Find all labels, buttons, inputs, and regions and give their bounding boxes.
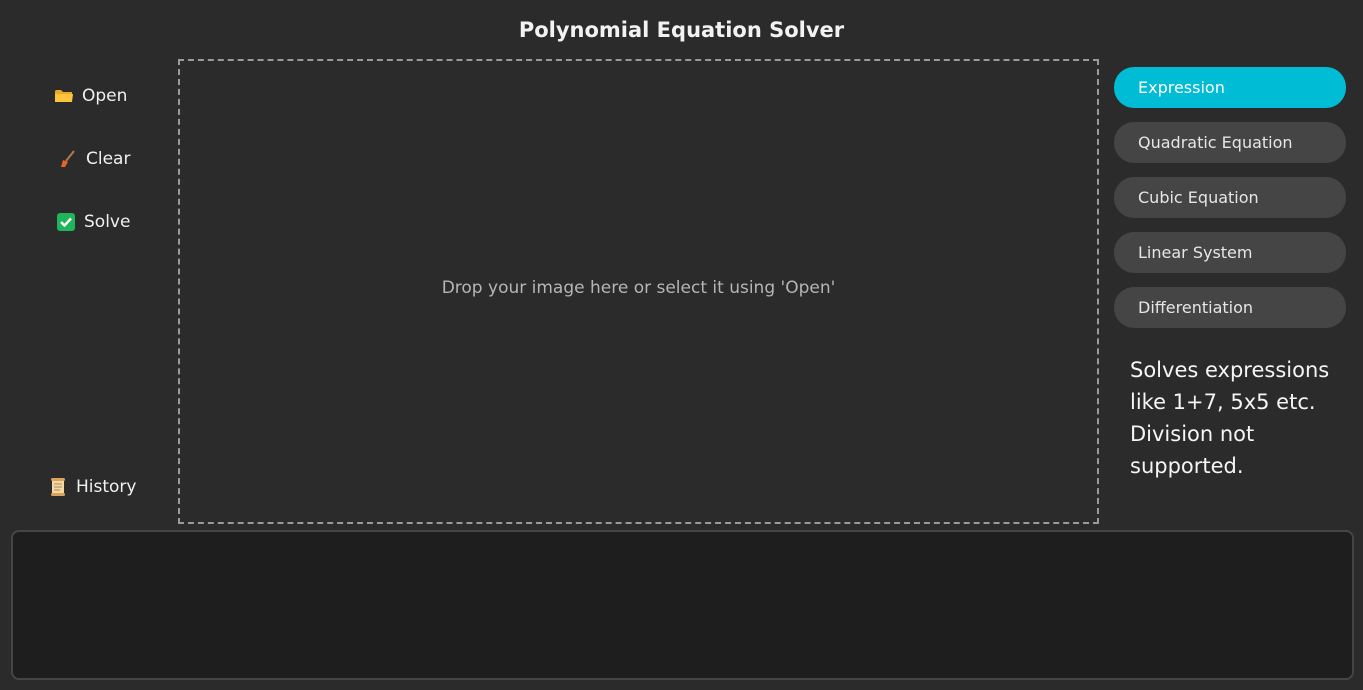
mode-label: Differentiation — [1138, 298, 1254, 317]
broom-icon — [58, 149, 78, 169]
mode-quadratic-button[interactable]: Quadratic Equation — [1114, 122, 1346, 163]
mode-label: Quadratic Equation — [1138, 133, 1293, 152]
folder-icon — [54, 86, 74, 106]
app-title: Polynomial Equation Solver — [518, 18, 845, 42]
mode-expression-button[interactable]: Expression — [1114, 67, 1346, 108]
history-label: History — [76, 477, 137, 497]
mode-label: Expression — [1138, 78, 1225, 97]
checkmark-icon — [56, 212, 76, 232]
clear-label: Clear — [86, 149, 131, 169]
mode-linear-system-button[interactable]: Linear System — [1114, 232, 1346, 273]
history-button[interactable]: History — [48, 477, 136, 497]
mode-label: Cubic Equation — [1138, 188, 1259, 207]
mode-differentiation-button[interactable]: Differentiation — [1114, 287, 1346, 328]
open-label: Open — [82, 86, 128, 106]
mode-label: Linear System — [1138, 243, 1253, 262]
mode-cubic-button[interactable]: Cubic Equation — [1114, 177, 1346, 218]
mode-description: Solves expressions like 1+7, 5x5 etc. Di… — [1130, 358, 1330, 478]
solve-button[interactable]: Solve — [56, 212, 130, 232]
app-window: Polynomial Equation Solver Open Clear So… — [0, 0, 1363, 690]
dropzone-hint: Drop your image here or select it using … — [441, 277, 836, 298]
open-button[interactable]: Open — [54, 86, 127, 106]
clear-button[interactable]: Clear — [58, 149, 130, 169]
solve-label: Solve — [84, 212, 131, 232]
scroll-icon — [48, 477, 68, 497]
output-panel[interactable] — [11, 530, 1354, 680]
image-dropzone[interactable]: Drop your image here or select it using … — [178, 59, 1099, 524]
